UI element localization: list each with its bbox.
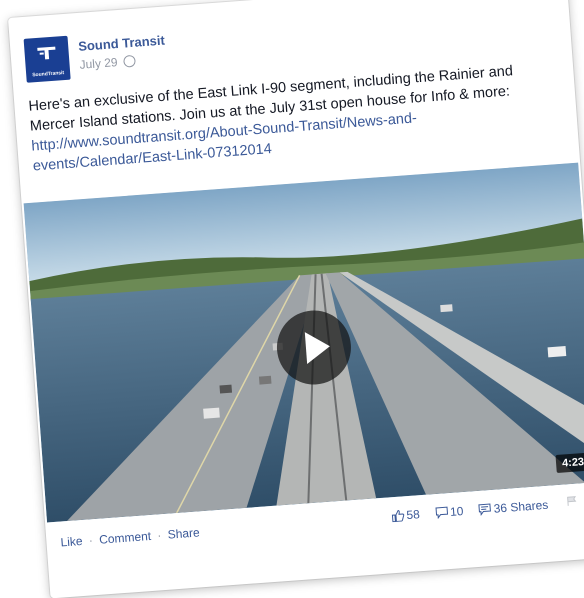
action-separator: · bbox=[88, 533, 94, 548]
comment-link[interactable]: Comment bbox=[99, 529, 152, 547]
flag-icon[interactable] bbox=[567, 496, 578, 507]
post-date-text: July 29 bbox=[79, 55, 119, 72]
globe-icon bbox=[123, 54, 136, 68]
post-card: SoundTransit Sound Transit July 29 Here'… bbox=[8, 0, 584, 598]
post-stats: 58 10 36 Shares bbox=[391, 497, 561, 523]
thumbs-up-icon bbox=[391, 510, 405, 523]
sound-transit-logo-icon bbox=[37, 46, 56, 60]
comment-icon bbox=[435, 506, 448, 520]
post-date[interactable]: July 29 bbox=[79, 54, 136, 72]
likes-count-text: 58 bbox=[405, 507, 421, 523]
action-separator: · bbox=[156, 528, 162, 543]
page-name[interactable]: Sound Transit bbox=[78, 33, 166, 54]
comments-count[interactable]: 10 bbox=[435, 503, 474, 520]
comments-count-text: 10 bbox=[449, 503, 464, 519]
post-actions: Like · Comment · Share bbox=[60, 525, 200, 549]
video-duration: 4:23 bbox=[555, 452, 584, 474]
likes-count[interactable]: 58 bbox=[391, 507, 430, 524]
shares-count-text: 36 Shares bbox=[493, 497, 549, 516]
like-link[interactable]: Like bbox=[60, 534, 83, 550]
page-avatar[interactable]: SoundTransit bbox=[23, 35, 71, 83]
video-player[interactable]: 4:23 bbox=[23, 162, 584, 523]
share-icon bbox=[478, 503, 492, 516]
avatar-text: SoundTransit bbox=[32, 70, 65, 79]
share-link[interactable]: Share bbox=[167, 525, 200, 541]
shares-count[interactable]: 36 Shares bbox=[478, 497, 555, 517]
